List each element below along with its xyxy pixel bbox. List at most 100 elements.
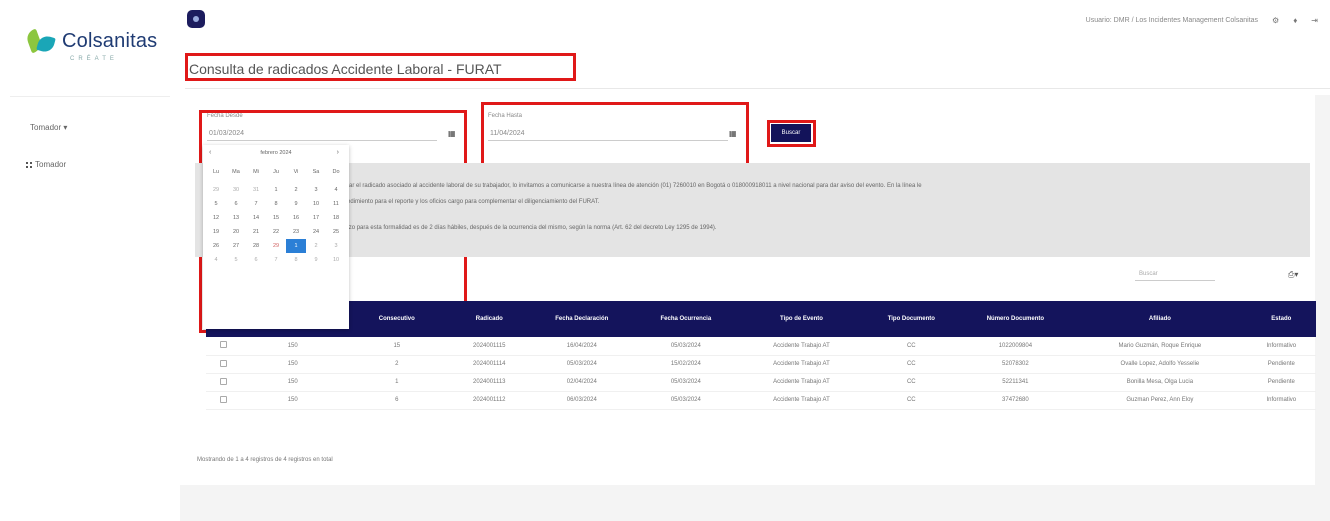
calendar-weekday: Ma <box>232 169 240 175</box>
checkbox-icon[interactable] <box>219 341 227 349</box>
menu-toggle-button[interactable] <box>187 10 205 28</box>
calendar-day[interactable]: 4 <box>326 183 346 197</box>
column-header[interactable]: Tipo de Evento <box>737 301 866 337</box>
calendar-day[interactable]: 10 <box>306 197 326 211</box>
table-row[interactable]: 150 6 2024001112 06/03/2024 05/03/2024 Accide… <box>206 391 1316 410</box>
table-cell: CC <box>865 355 958 374</box>
calendar-day[interactable]: 31 <box>246 183 266 197</box>
settings-icon[interactable]: ⚙ <box>1272 16 1279 25</box>
column-header[interactable]: Número Documento <box>957 301 1074 337</box>
export-icon[interactable]: ⎙▾ <box>1288 270 1298 280</box>
table-cell: Accidente Trabajo AT <box>737 391 866 410</box>
calendar-day[interactable]: 5 <box>206 197 226 211</box>
calendar-weekday: Do <box>332 169 340 175</box>
column-header[interactable]: Afiliado <box>1073 301 1247 337</box>
table-cell: Accidente Trabajo AT <box>737 373 866 392</box>
sidebar-item-tomador-dropdown[interactable]: Tomador ▾ <box>30 123 67 132</box>
results-table: PólizaConsecutivoRadicadoFecha Declaraci… <box>206 301 1316 410</box>
calendar-day[interactable]: 28 <box>246 239 266 253</box>
sidebar: Colsanitas CRÉATE Tomador ▾ Tomador <box>0 0 180 521</box>
table-cell: 150 <box>240 391 345 410</box>
calendar-day[interactable]: 6 <box>246 253 266 267</box>
calendar-day[interactable]: 15 <box>266 211 286 225</box>
calendar-day[interactable]: 14 <box>246 211 266 225</box>
chevron-right-icon[interactable]: › <box>337 149 339 156</box>
calendar-day[interactable]: 25 <box>326 225 346 239</box>
table-cell: Bonilla Mesa, Olga Lucia <box>1073 373 1247 392</box>
column-header[interactable]: Fecha Declaración <box>529 301 634 337</box>
calendar-day[interactable]: 21 <box>246 225 266 239</box>
column-header[interactable]: Consecutivo <box>344 301 449 337</box>
row-checkbox[interactable] <box>206 391 241 410</box>
checkbox-icon[interactable] <box>219 377 227 385</box>
calendar-day[interactable]: 29 <box>206 183 226 197</box>
title-divider <box>185 88 1330 89</box>
calendar-day[interactable]: 1 <box>266 183 286 197</box>
logout-icon[interactable]: ⇥ <box>1311 16 1318 25</box>
logo-subtext: CRÉATE <box>70 56 118 62</box>
calendar-day[interactable]: 30 <box>226 183 246 197</box>
table-search-input[interactable]: Buscar <box>1135 267 1215 281</box>
calendar-day[interactable]: 19 <box>206 225 226 239</box>
topbar-user-area: Usuario: DMR / Los Incidentes Management… <box>1086 16 1318 25</box>
table-cell: Accidente Trabajo AT <box>737 355 866 374</box>
calendar-day[interactable]: 18 <box>326 211 346 225</box>
table-body: 150 15 2024001115 16/04/2024 05/03/2024 Accid… <box>206 337 1316 410</box>
calendar-day[interactable]: 13 <box>226 211 246 225</box>
table-cell: 2024001112 <box>448 391 530 410</box>
calendar-day[interactable]: 16 <box>286 211 306 225</box>
column-header[interactable]: Tipo Documento <box>865 301 958 337</box>
column-header[interactable]: Fecha Ocurrencia <box>633 301 738 337</box>
calendar-day[interactable]: 8 <box>266 197 286 211</box>
row-checkbox[interactable] <box>206 355 241 374</box>
calendar-day[interactable]: 23 <box>286 225 306 239</box>
calendar-day[interactable]: 2 <box>306 239 326 253</box>
calendar-day[interactable]: 7 <box>246 197 266 211</box>
calendar-day[interactable]: 12 <box>206 211 226 225</box>
calendar-day[interactable]: 4 <box>206 253 226 267</box>
row-checkbox[interactable] <box>206 337 241 356</box>
logo-text: Colsanitas <box>62 29 158 52</box>
calendar-weekday: Lu <box>212 169 220 175</box>
calendar-day[interactable]: 7 <box>266 253 286 267</box>
calendar-day[interactable]: 1 <box>286 239 306 253</box>
calendar-weekday: Ju <box>273 169 279 175</box>
checkbox-icon[interactable] <box>219 359 227 367</box>
user-icon[interactable]: ♦ <box>1293 16 1297 25</box>
row-checkbox[interactable] <box>206 373 241 392</box>
calendar-day[interactable]: 27 <box>226 239 246 253</box>
calendar-day[interactable]: 11 <box>326 197 346 211</box>
calendar-day[interactable]: 24 <box>306 225 326 239</box>
table-cell: CC <box>865 337 958 356</box>
calendar-day[interactable]: 17 <box>306 211 326 225</box>
column-header[interactable]: Estado <box>1246 301 1316 337</box>
table-row[interactable]: 150 1 2024001113 02/04/2024 05/03/2024 Accide… <box>206 373 1316 392</box>
table-cell: 05/03/2024 <box>633 373 738 392</box>
table-row[interactable]: 150 2 2024001114 05/03/2024 15/02/2024 Accide… <box>206 355 1316 374</box>
table-row[interactable]: 150 15 2024001115 16/04/2024 05/03/2024 Accid… <box>206 337 1316 356</box>
table-cell: 2 <box>344 355 449 374</box>
column-header[interactable]: Radicado <box>448 301 530 337</box>
sidebar-item-tomador[interactable]: Tomador <box>26 160 66 169</box>
calendar-day[interactable]: 6 <box>226 197 246 211</box>
calendar-day[interactable]: 9 <box>286 197 306 211</box>
calendar-day[interactable]: 9 <box>306 253 326 267</box>
table-cell: 06/03/2024 <box>529 391 634 410</box>
calendar-day[interactable]: 20 <box>226 225 246 239</box>
calendar-day[interactable]: 2 <box>286 183 306 197</box>
table-cell: 150 <box>240 355 345 374</box>
calendar-day[interactable]: 3 <box>306 183 326 197</box>
calendar-day[interactable]: 8 <box>286 253 306 267</box>
info-line: Si usted desea buscar el radicado asocia… <box>295 183 922 189</box>
checkbox-icon[interactable] <box>219 395 227 403</box>
table-header-row: PólizaConsecutivoRadicadoFecha Declaraci… <box>206 301 1316 337</box>
table-cell: 37472680 <box>957 391 1074 410</box>
calendar-day[interactable]: 26 <box>206 239 226 253</box>
calendar-day[interactable]: 5 <box>226 253 246 267</box>
calendar-day[interactable]: 10 <box>326 253 346 267</box>
table-cell: 6 <box>344 391 449 410</box>
table-cell: Informativo <box>1246 337 1316 356</box>
calendar-day[interactable]: 22 <box>266 225 286 239</box>
calendar-day[interactable]: 3 <box>326 239 346 253</box>
calendar-day[interactable]: 29 <box>266 239 286 253</box>
